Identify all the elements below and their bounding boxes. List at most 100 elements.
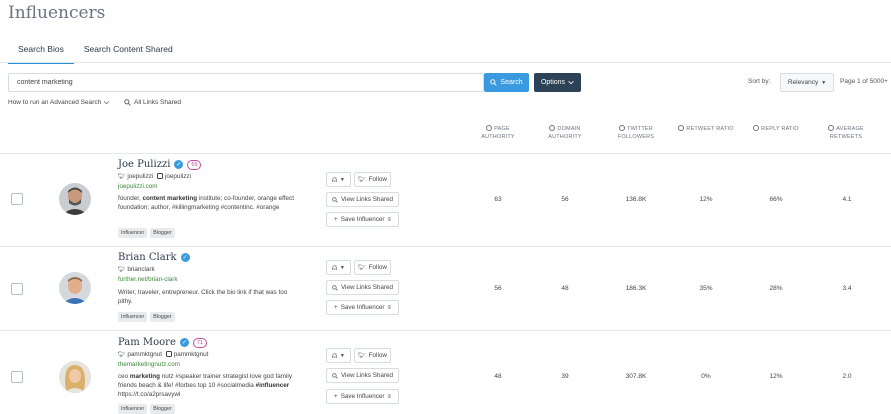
reply-ratio-value: 66% — [769, 196, 783, 203]
tab-search-content-shared[interactable]: Search Content Shared — [74, 40, 183, 64]
bio-highlight: content marketing — [142, 195, 198, 202]
add-to-list-button[interactable]: ⍝ ▼ — [326, 172, 351, 187]
website-link[interactable]: joepulizzi.com — [118, 183, 158, 190]
search-input[interactable] — [8, 73, 484, 92]
influencer-score-badge: 69 — [187, 159, 202, 170]
view-links-shared-button[interactable]: View Links Shared — [326, 368, 399, 383]
advanced-search-label: How to run an Advanced Search — [8, 99, 102, 106]
column-header-reply-ratio[interactable]: REPLY RATIO — [748, 125, 804, 133]
bio-highlight: marketing — [129, 373, 161, 380]
add-to-list-button[interactable]: ⍝ ▼ — [326, 260, 351, 275]
follow-button[interactable]: 🐦︎ Follow — [354, 260, 391, 275]
chevron-down-icon — [103, 100, 110, 105]
verified-icon: ✓ — [174, 160, 184, 169]
influencer-name-text: Pam Moore — [118, 337, 176, 348]
domain-authority-value: 39 — [561, 373, 569, 380]
website-link[interactable]: further.net/brian-clark — [118, 276, 178, 283]
instagram-icon — [166, 351, 173, 357]
save-influencer-button[interactable]: + Save Influencer ≡ — [326, 212, 399, 227]
tag-list: Influencer Blogger — [118, 312, 175, 322]
info-icon — [753, 125, 760, 131]
instagram-handle-text: joepulizzi — [165, 173, 191, 180]
avatar — [59, 183, 91, 215]
avatar — [59, 361, 91, 393]
row-checkbox[interactable] — [11, 193, 23, 205]
bio-text: Writer, traveler, entrepreneur. Click th… — [118, 288, 296, 306]
user-icon: ⍝ — [332, 350, 337, 360]
sort-label: Sort by: — [748, 78, 771, 85]
add-to-list-button[interactable]: ⍝ ▼ — [326, 348, 351, 363]
column-header-twitter-followers[interactable]: TWITTER FOLLOWERS — [613, 125, 659, 141]
social-handles: 🐦︎ pammktgnut pammktgnut — [118, 351, 208, 358]
tag-blogger: Blogger — [150, 312, 175, 322]
twitter-icon: 🐦︎ — [118, 174, 126, 180]
row-checkbox[interactable] — [11, 283, 23, 295]
instagram-handle[interactable]: joepulizzi — [157, 173, 191, 180]
twitter-handle-text: joepulizzi — [127, 173, 154, 180]
search-icon — [490, 79, 498, 86]
sort-select[interactable]: Relevancy ▼ — [780, 73, 834, 92]
follow-button[interactable]: 🐦︎ Follow — [354, 172, 391, 187]
influencer-score-badge: 71 — [192, 337, 207, 348]
tag-blogger: Blogger — [150, 404, 175, 414]
reply-ratio-value: 28% — [769, 285, 783, 292]
follow-button[interactable]: 🐦︎ Follow — [354, 348, 391, 363]
influencer-name[interactable]: Joe Pulizzi ✓ 69 — [118, 159, 202, 170]
menu-lines-icon: ≡ — [387, 216, 391, 223]
options-button[interactable]: Options — [534, 73, 581, 92]
save-influencer-button[interactable]: + Save Influencer ≡ — [326, 300, 399, 315]
influencer-name[interactable]: Brian Clark ✓ — [118, 252, 190, 263]
pagination-info: Page 1 of 5000+ — [840, 78, 888, 85]
twitter-handle-text: pammktgnut — [127, 351, 163, 358]
row-checkbox[interactable] — [11, 371, 23, 383]
twitter-handle[interactable]: 🐦︎ joepulizzi — [118, 173, 153, 180]
tab-search-bios[interactable]: Search Bios — [8, 40, 74, 64]
column-header-domain-authority[interactable]: DOMAIN AUTHORITY — [545, 125, 585, 141]
caret-down-icon: ▼ — [821, 79, 827, 86]
chevron-down-icon — [568, 81, 574, 85]
twitter-icon: 🐦︎ — [358, 353, 366, 359]
save-influencer-button[interactable]: + Save Influencer ≡ — [326, 389, 399, 404]
tag-list: Influencer Blogger — [118, 228, 175, 238]
influencer-name-text: Joe Pulizzi — [118, 159, 171, 170]
twitter-handle[interactable]: 🐦︎ pammktgnut — [118, 351, 162, 358]
info-icon — [486, 125, 493, 131]
info-icon — [678, 125, 685, 131]
column-header-line: DOMAIN — [557, 126, 581, 132]
twitter-handle[interactable]: 🐦︎ brianclark — [118, 266, 155, 273]
view-links-shared-button[interactable]: View Links Shared — [326, 280, 399, 295]
advanced-search-link[interactable]: How to run an Advanced Search — [8, 99, 110, 106]
bio-text: ceo marketing nutz #speaker trainer stra… — [118, 372, 296, 399]
column-header-line: RETWEETS — [829, 134, 863, 140]
influencer-name-text: Brian Clark — [118, 252, 177, 263]
column-header-average-retweets[interactable]: AVERAGE RETWEETS — [822, 125, 870, 141]
instagram-icon — [157, 173, 164, 179]
bio-segment: ceo — [118, 373, 130, 380]
all-links-shared-link[interactable]: All Links Shared — [124, 99, 181, 106]
plus-icon: + — [334, 216, 338, 223]
twitter-icon: 🐦︎ — [358, 177, 366, 183]
column-header-line: PAGE — [494, 126, 510, 132]
menu-lines-icon: ≡ — [387, 393, 391, 400]
bio-segment: https://t.co/a2prsavywl — [118, 391, 181, 398]
column-header-retweet-ratio[interactable]: RETWEET RATIO — [674, 125, 738, 133]
average-retweets-value: 4.1 — [842, 196, 852, 203]
avatar — [59, 272, 91, 304]
save-influencer-label: Save Influencer — [340, 393, 385, 400]
twitter-handle-text: brianclark — [127, 266, 155, 273]
view-links-shared-button[interactable]: View Links Shared — [326, 192, 399, 207]
column-header-page-authority[interactable]: PAGE AUTHORITY — [478, 125, 518, 141]
search-button[interactable]: Search — [484, 73, 529, 92]
info-icon — [549, 125, 556, 131]
column-header-line: REPLY RATIO — [761, 126, 799, 132]
tag-blogger: Blogger — [150, 228, 175, 238]
caret-down-icon: ▼ — [339, 176, 345, 183]
search-icon — [332, 196, 338, 203]
influencer-name[interactable]: Pam Moore ✓ 71 — [118, 337, 207, 348]
instagram-handle[interactable]: pammktgnut — [166, 351, 208, 358]
search-button-label: Search — [500, 79, 523, 86]
follow-label: Follow — [368, 352, 387, 359]
view-links-label: View Links Shared — [340, 372, 394, 379]
follow-label: Follow — [368, 176, 387, 183]
website-link[interactable]: themarketingnutz.com — [118, 361, 180, 368]
